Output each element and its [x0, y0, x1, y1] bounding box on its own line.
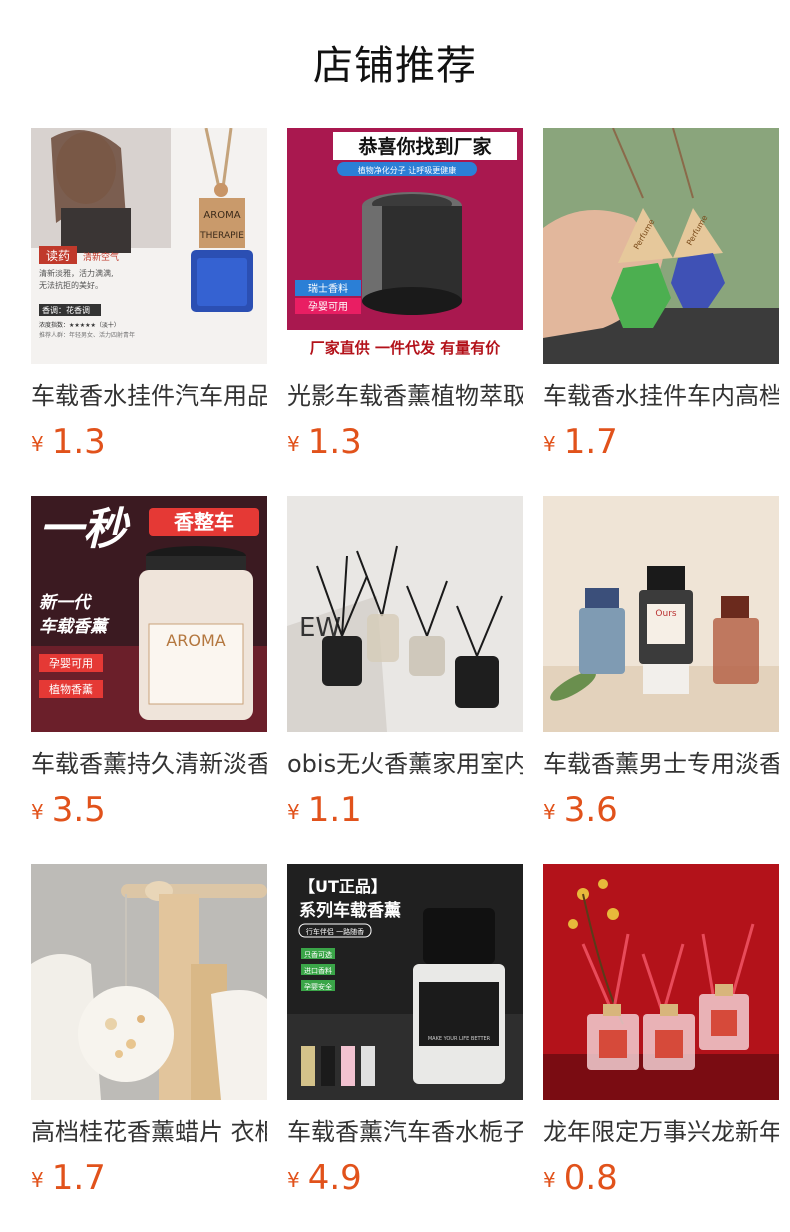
banner-headline: 恭喜你找到厂家 — [357, 135, 492, 158]
tag-label: 孕婴可用 — [49, 657, 93, 670]
product-image[interactable] — [31, 864, 267, 1100]
product-card[interactable]: EW obis无火香薰家用室内 ¥ 1.1 — [287, 496, 523, 832]
option-tag: 进口香料 — [304, 966, 332, 975]
product-name[interactable]: 龙年限定万事兴龙新年 — [543, 1114, 779, 1150]
product-name[interactable]: 车载香水挂件汽车用品 — [31, 378, 267, 414]
price-value: 0.8 — [563, 1158, 618, 1198]
currency-symbol: ¥ — [31, 432, 44, 456]
product-card[interactable]: AROMA THERAPIE 读药 清新空气 清新淡雅，活力满满, 无法抗拒的美… — [31, 128, 267, 464]
product-price: ¥1.1 — [287, 788, 523, 832]
price-value: 4.9 — [307, 1158, 362, 1198]
badge-text: 读药 — [46, 249, 70, 263]
banner-sub: 植物净化分子 让呼吸更健康 — [358, 165, 457, 175]
price-value: 1.7 — [51, 1158, 106, 1198]
product-image[interactable]: Perfume Perfume — [543, 128, 779, 364]
bottle-label: AROMA — [166, 631, 225, 650]
ad-small-text: 香整车 — [174, 510, 234, 534]
price-value: 1.7 — [563, 422, 618, 462]
product-image[interactable] — [543, 864, 779, 1100]
product-name[interactable]: obis无火香薰家用室内 — [287, 746, 523, 782]
ad-big-text: 一秒 — [39, 504, 131, 555]
price-value: 1.3 — [307, 422, 362, 462]
currency-symbol: ¥ — [287, 800, 300, 824]
scent-tag: 香调：花香调 — [42, 305, 90, 315]
product-card[interactable]: Perfume Perfume 车载香水挂件车内高档 ¥1.7 — [543, 128, 779, 464]
ad-line: 新一代 — [39, 593, 93, 613]
product-image[interactable]: 【UT正品】 系列车载香薰 行车伴侣 一路随香 只香可选 进口香料 孕婴安全 M… — [287, 864, 523, 1100]
svg-text:AROMA: AROMA — [203, 210, 240, 221]
price-value: 1.3 — [51, 422, 106, 462]
svg-text:THERAPIE: THERAPIE — [199, 231, 244, 241]
rec-line: 推荐人群：年轻男女、活力四射青年 — [39, 331, 135, 339]
desc-line: 无法抗拒的美好。 — [39, 280, 103, 290]
product-grid: AROMA THERAPIE 读药 清新空气 清新淡雅，活力满满, 无法抗拒的美… — [31, 128, 790, 1232]
option-tag: 只香可选 — [304, 950, 332, 959]
product-card[interactable]: Ours 车载香薰男士专用淡香 ¥3.6 — [543, 496, 779, 832]
option-tag: 孕婴安全 — [304, 982, 332, 991]
product-image[interactable]: EW — [287, 496, 523, 732]
product-card[interactable]: 高档桂花香薰蜡片 衣柜 ¥1.7 — [31, 864, 267, 1200]
product-name[interactable]: 高档桂花香薰蜡片 衣柜 — [31, 1114, 267, 1150]
product-image[interactable]: Ours — [543, 496, 779, 732]
desc-line: 清新淡雅，活力满满, — [39, 268, 114, 278]
price-value: 3.6 — [563, 790, 618, 830]
currency-symbol: ¥ — [543, 1168, 556, 1192]
tag-label: 植物香薰 — [49, 682, 93, 696]
product-card[interactable]: 龙年限定万事兴龙新年 ¥0.8 — [543, 864, 779, 1200]
page-title: 店铺推荐 — [313, 43, 477, 89]
badge-sub: 清新空气 — [83, 251, 119, 263]
product-card[interactable]: 一秒 香整车 新一代 车载香薰 AROMA 孕婴可用 植物香薰 车载香薰持久清新… — [31, 496, 267, 832]
tag-label: 瑞士香料 — [308, 282, 348, 295]
banner-footer: 厂家直供 一件代发 有量有价 — [310, 339, 501, 357]
product-price: ¥3.5 — [31, 788, 267, 832]
product-image[interactable]: 恭喜你找到厂家 植物净化分子 让呼吸更健康 瑞士香料 孕婴可用 厂家直供 一件代… — [287, 128, 523, 364]
product-price: ¥1.3 — [287, 420, 523, 464]
product-price: ¥1.7 — [543, 420, 779, 464]
currency-symbol: ¥ — [31, 1168, 44, 1192]
currency-symbol: ¥ — [31, 800, 44, 824]
product-price: ¥3.6 — [543, 788, 779, 832]
product-name[interactable]: 光影车载香薰植物萃取 — [287, 378, 523, 414]
ad-line: 车载香薰 — [39, 617, 110, 637]
product-price: ¥1.3 — [31, 420, 267, 464]
product-name[interactable]: 车载香薰汽车香水栀子 — [287, 1114, 523, 1150]
bottle-label: MAKE YOUR LIFE BETTER — [428, 1036, 491, 1042]
product-price: ¥1.7 — [31, 1156, 267, 1200]
rating-line: 浓度指数：★★★★★（淡十） — [39, 321, 120, 329]
product-price: ¥0.8 — [543, 1156, 779, 1200]
product-name[interactable]: 车载香薰持久清新淡香 — [31, 746, 267, 782]
currency-symbol: ¥ — [543, 432, 556, 456]
bottle-label: Ours — [655, 609, 676, 619]
currency-symbol: ¥ — [543, 800, 556, 824]
product-card[interactable]: 恭喜你找到厂家 植物净化分子 让呼吸更健康 瑞士香料 孕婴可用 厂家直供 一件代… — [287, 128, 523, 464]
banner-pill: 行车伴侣 一路随香 — [306, 927, 364, 936]
product-image[interactable]: 一秒 香整车 新一代 车载香薰 AROMA 孕婴可用 植物香薰 — [31, 496, 267, 732]
currency-symbol: ¥ — [287, 1168, 300, 1192]
banner-title: 系列车载香薰 — [299, 900, 401, 921]
banner-headline: 【UT正品】 — [299, 877, 387, 896]
product-card[interactable]: 【UT正品】 系列车载香薰 行车伴侣 一路随香 只香可选 进口香料 孕婴安全 M… — [287, 864, 523, 1200]
product-image[interactable]: AROMA THERAPIE 读药 清新空气 清新淡雅，活力满满, 无法抗拒的美… — [31, 128, 267, 364]
product-name[interactable]: 车载香薰男士专用淡香 — [543, 746, 779, 782]
product-name[interactable]: 车载香水挂件车内高档 — [543, 378, 779, 414]
price-value: 1.1 — [307, 790, 362, 830]
product-price: ¥4.9 — [287, 1156, 523, 1200]
price-value: 3.5 — [51, 790, 106, 830]
tag-label: 孕婴可用 — [308, 301, 348, 313]
currency-symbol: ¥ — [287, 432, 300, 456]
